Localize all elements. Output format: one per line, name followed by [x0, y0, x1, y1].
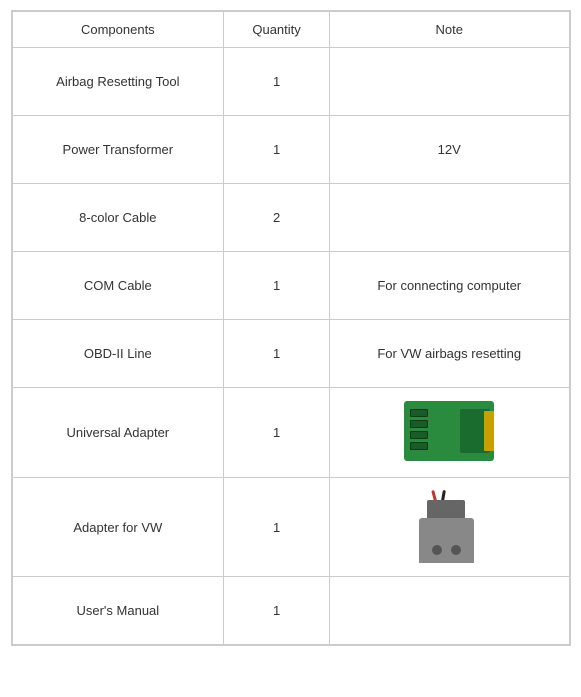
component-quantity: 1 [224, 577, 330, 645]
table-row: 8-color Cable 2 [12, 184, 569, 252]
table-row: Power Transformer 1 12V [12, 116, 569, 184]
table-row: Adapter for VW 1 [12, 478, 569, 577]
component-note [329, 48, 569, 116]
screw-left [432, 545, 442, 555]
pcb-chip [410, 420, 428, 428]
component-name: Universal Adapter [12, 388, 224, 478]
component-quantity: 1 [224, 252, 330, 320]
adapter-body [419, 518, 474, 563]
component-note: For connecting computer [329, 252, 569, 320]
component-name: COM Cable [12, 252, 224, 320]
component-name: Power Transformer [12, 116, 224, 184]
component-name: OBD-II Line [12, 320, 224, 388]
pcb-chip [410, 409, 428, 417]
pcb-image [404, 401, 494, 461]
table-row: User's Manual 1 [12, 577, 569, 645]
screw-right [451, 545, 461, 555]
component-name: Airbag Resetting Tool [12, 48, 224, 116]
component-name: Adapter for VW [12, 478, 224, 577]
component-quantity: 1 [224, 388, 330, 478]
adapter-port [427, 500, 465, 518]
table-row: COM Cable 1 For connecting computer [12, 252, 569, 320]
component-note-image [329, 388, 569, 478]
pcb-chips [410, 409, 428, 450]
table-row: Airbag Resetting Tool 1 [12, 48, 569, 116]
component-name: 8-color Cable [12, 184, 224, 252]
component-note: 12V [329, 116, 569, 184]
component-name: User's Manual [12, 577, 224, 645]
pcb-chip [410, 431, 428, 439]
table-row: OBD-II Line 1 For VW airbags resetting [12, 320, 569, 388]
component-note-image [329, 478, 569, 577]
header-quantity: Quantity [224, 12, 330, 48]
components-table: Components Quantity Note Airbag Resettin… [11, 10, 571, 646]
component-note: For VW airbags resetting [329, 320, 569, 388]
component-note [329, 577, 569, 645]
component-quantity: 1 [224, 478, 330, 577]
pcb-connector [484, 411, 494, 451]
header-components: Components [12, 12, 224, 48]
component-quantity: 1 [224, 320, 330, 388]
table-row: Universal Adapter 1 [12, 388, 569, 478]
component-quantity: 1 [224, 48, 330, 116]
vw-adapter-image [409, 488, 489, 563]
component-note [329, 184, 569, 252]
header-note: Note [329, 12, 569, 48]
pcb-chip [410, 442, 428, 450]
component-quantity: 1 [224, 116, 330, 184]
component-quantity: 2 [224, 184, 330, 252]
